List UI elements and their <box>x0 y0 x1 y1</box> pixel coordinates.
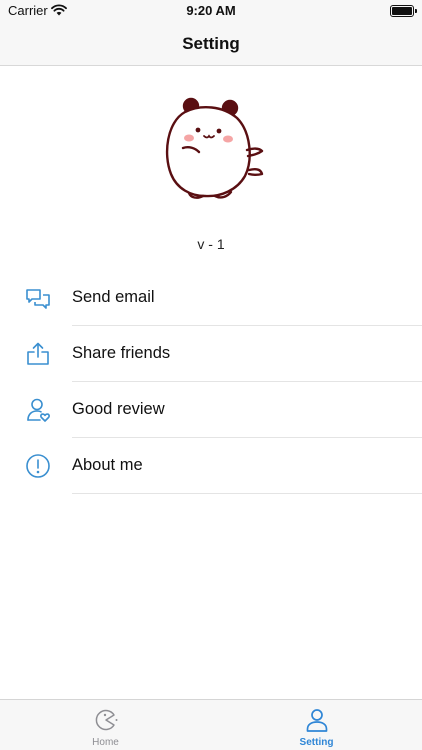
status-bar: Carrier 9:20 AM <box>0 0 422 22</box>
menu-item-good-review[interactable]: Good review <box>0 382 422 438</box>
mascot-hamster-illustration <box>165 97 264 199</box>
tab-setting[interactable]: Setting <box>211 700 422 750</box>
menu-item-send-email[interactable]: Send email <box>0 270 422 326</box>
tab-home[interactable]: Home <box>0 700 211 750</box>
clock: 9:20 AM <box>186 3 236 18</box>
menu-item-label: Send email <box>72 288 155 306</box>
menu-item-about-me[interactable]: About me <box>0 438 422 494</box>
person-icon <box>306 709 328 732</box>
tab-label: Home <box>92 737 119 748</box>
version-label: v - 1 <box>197 236 225 252</box>
tab-bar: Home Setting <box>0 699 422 750</box>
navigation-bar: Setting <box>0 22 422 66</box>
menu-item-share-friends[interactable]: Share friends <box>0 326 422 382</box>
chat-bubbles-icon <box>26 289 50 309</box>
tab-label: Setting <box>299 737 334 748</box>
page-title: Setting <box>182 34 240 53</box>
battery-icon <box>390 5 417 17</box>
info-circle-icon <box>26 454 50 478</box>
share-icon <box>27 342 49 365</box>
pacman-icon <box>95 709 118 731</box>
settings-menu: Send email Share friends Good review Abo… <box>0 270 422 494</box>
user-heart-icon <box>27 398 50 422</box>
divider <box>72 493 422 494</box>
menu-item-label: Share friends <box>72 344 171 362</box>
menu-item-label: Good review <box>72 400 165 418</box>
menu-item-label: About me <box>72 456 143 474</box>
